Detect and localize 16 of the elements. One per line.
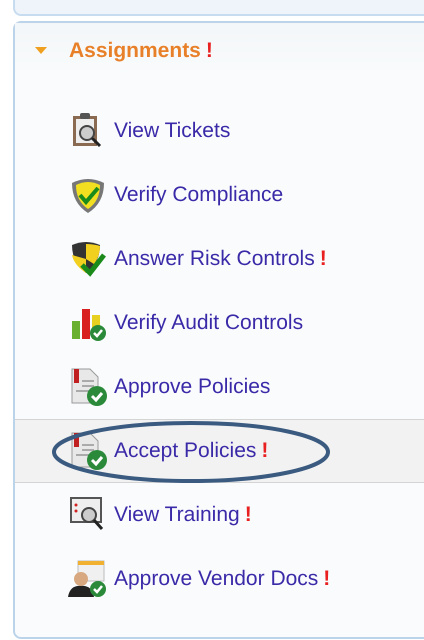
menu-item-link[interactable]: Answer Risk Controls (114, 247, 315, 271)
menu-item-link[interactable]: View Tickets (114, 119, 230, 143)
alert-mark: ! (206, 39, 213, 63)
menu-item-link[interactable]: Accept Policies (114, 439, 256, 463)
selected-row[interactable]: Accept Policies ! (15, 419, 424, 483)
menu-item-link[interactable]: Approve Policies (114, 375, 270, 399)
menu-item-link[interactable]: View Training (114, 503, 240, 527)
menu-item-link[interactable]: Verify Audit Controls (114, 311, 304, 335)
alert-mark: ! (244, 503, 252, 527)
menu-item-link[interactable]: Verify Compliance (114, 183, 284, 207)
alert-mark: ! (323, 567, 330, 591)
alert-mark: ! (261, 439, 268, 463)
menu-item-link[interactable]: Approve Vendor Docs (114, 567, 318, 591)
person-check-icon (68, 559, 108, 599)
caret-icon[interactable] (35, 47, 47, 55)
alert-mark: ! (320, 247, 327, 271)
